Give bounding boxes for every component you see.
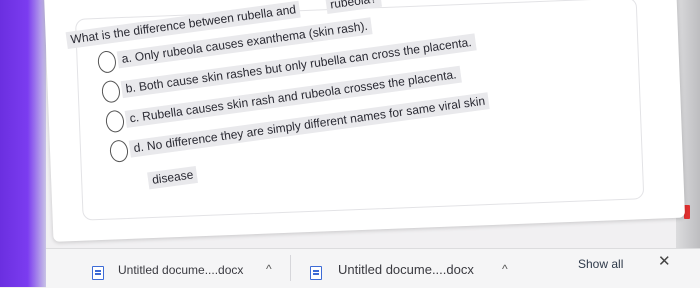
chevron-up-icon[interactable]: ^ bbox=[502, 262, 508, 276]
docx-file-icon bbox=[92, 266, 104, 280]
show-all-button[interactable]: Show all bbox=[574, 253, 627, 275]
download-item-1[interactable]: Untitled docume....docx ^ bbox=[46, 249, 286, 288]
radio-button-c[interactable] bbox=[104, 109, 126, 134]
download-item-2[interactable]: Untitled docume....docx ^ bbox=[296, 249, 516, 288]
close-icon[interactable]: ✕ bbox=[658, 252, 671, 270]
radio-button-b[interactable] bbox=[100, 79, 122, 104]
download-file-name: Untitled docume....docx bbox=[338, 262, 474, 277]
docx-file-icon bbox=[310, 266, 322, 280]
document-page: What is the difference between rubella a… bbox=[44, 0, 686, 242]
left-window-edge bbox=[0, 0, 46, 287]
scroll-marker bbox=[684, 205, 690, 219]
chevron-up-icon[interactable]: ^ bbox=[266, 262, 272, 276]
radio-button-a[interactable] bbox=[96, 49, 118, 75]
radio-button-d[interactable] bbox=[108, 139, 130, 164]
download-bar: Untitled docume....docx ^ Untitled docum… bbox=[46, 248, 700, 288]
download-divider bbox=[290, 255, 291, 281]
download-file-name: Untitled docume....docx bbox=[118, 263, 244, 277]
